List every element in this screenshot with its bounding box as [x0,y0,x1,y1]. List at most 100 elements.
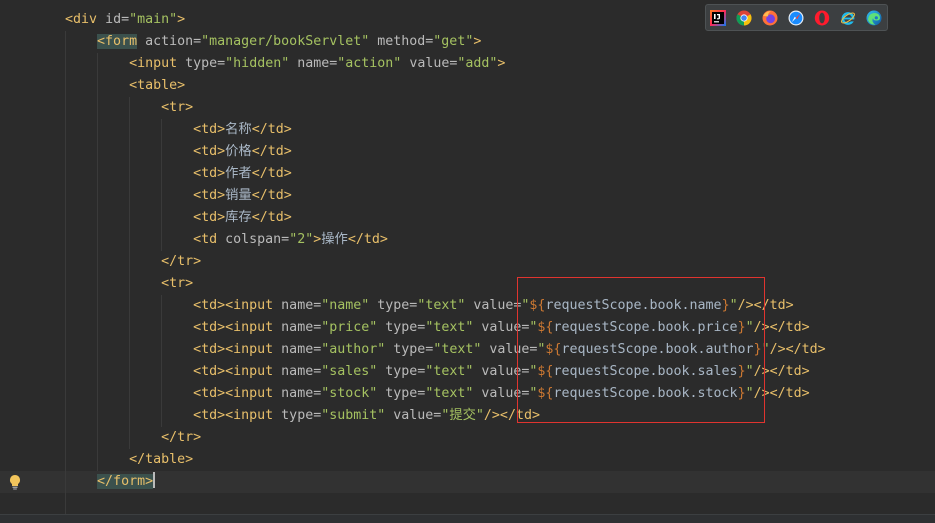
code-line[interactable]: </tr> [0,427,935,449]
string-token: "hidden" [225,56,290,71]
string-token: "manager/bookServlet" [201,34,370,49]
code-line[interactable]: </table> [0,449,935,471]
tag-token: <td> [193,144,226,159]
open-in-safari-button[interactable] [788,10,804,26]
string-token: "name" [321,298,370,313]
text-token: 作者 [225,166,252,181]
attribute-token: method= [369,34,434,49]
string-token: "text" [417,298,466,313]
intellij-idea-icon [710,9,726,26]
string-token: "action" [337,56,402,71]
code-line[interactable]: <tr> [0,273,935,295]
tag-token: <input [129,56,178,71]
string-token: "stock" [321,386,378,401]
attribute-token: id= [97,12,130,27]
tag-token: > [473,34,482,49]
tag-token: </td> [251,122,292,137]
code-line[interactable]: <td><input name="price" type="text" valu… [0,317,935,339]
tag-token: </td> [251,210,292,225]
code-line[interactable]: <td><input type="submit" value="提交"/></t… [0,405,935,427]
open-in-intellij-button[interactable] [710,9,726,26]
tag-token: <td><input [193,320,274,335]
lightbulb-icon[interactable] [9,474,21,490]
current-code-line[interactable]: </form> [0,471,935,493]
code-area[interactable]: <div id="main"> <form action="manager/bo… [0,9,935,493]
code-line[interactable]: <td><input name="name" type="text" value… [0,295,935,317]
indent-guide [161,295,162,427]
tag-token: <td> [193,166,226,181]
tag-token: /></td> [769,342,826,357]
tag-token: <div [65,12,98,27]
text-token: 价格 [225,144,252,159]
code-line[interactable]: <tr> [0,97,935,119]
tag-token: > [497,56,506,71]
attribute-token: name= [289,56,338,71]
attribute-token: type= [273,408,322,423]
chrome-icon [736,10,752,26]
tag-token: <td><input [193,342,274,357]
text-token: 库存 [225,210,252,225]
text-token: 销量 [225,188,252,203]
code-line[interactable]: <td><input name="sales" type="text" valu… [0,361,935,383]
tag-token: > [177,12,186,27]
indent-guide [97,53,98,471]
code-line[interactable]: <input type="hidden" name="action" value… [0,53,935,75]
attribute-token: value= [401,56,458,71]
open-in-firefox-button[interactable] [762,10,778,26]
code-line[interactable]: <td><input name="stock" type="text" valu… [0,383,935,405]
tag-token: <tr> [161,100,194,115]
attribute-token: colspan= [217,232,290,247]
attribute-token: type= [177,56,226,71]
code-line[interactable]: <td colspan="2">操作</td> [0,229,935,251]
attribute-token: type= [377,386,426,401]
text-token: 名称 [225,122,252,137]
indent-guide [129,97,130,449]
tag-token: </td> [251,144,292,159]
attribute-token: name= [273,298,322,313]
attribute-token: action= [137,34,202,49]
matched-tag-token: </form> [97,474,154,489]
open-in-opera-button[interactable] [814,10,830,26]
code-line[interactable]: <form action="manager/bookServlet" metho… [0,31,935,53]
tag-token: <table> [129,78,186,93]
attribute-token: name= [273,364,322,379]
string-token: "sales" [321,364,378,379]
code-line[interactable]: <table> [0,75,935,97]
code-line[interactable]: <td><input name="author" type="text" val… [0,339,935,361]
string-token: "author" [321,342,386,357]
code-line[interactable]: </tr> [0,251,935,273]
annotation-highlight-box [517,277,765,423]
string-token: "2" [289,232,314,247]
code-line[interactable]: <td>库存</td> [0,207,935,229]
string-token: "main" [129,12,178,27]
code-line[interactable]: <td>作者</td> [0,163,935,185]
attribute-token: type= [385,342,434,357]
tag-token: <td><input [193,408,274,423]
code-line[interactable]: <td>名称</td> [0,119,935,141]
tag-token: <td> [193,188,226,203]
string-token: "text" [433,342,482,357]
tag-token: <td> [193,210,226,225]
string-token: "submit" [321,408,386,423]
indent-guide [161,119,162,251]
text-cursor [153,472,156,488]
tag-token: </table> [129,452,194,467]
open-in-chrome-button[interactable] [736,10,752,26]
tag-token: <td><input [193,364,274,379]
tag-token: </tr> [161,430,202,445]
string-token: "text" [425,364,474,379]
string-token: "get" [433,34,474,49]
matched-tag-token: <form [97,34,138,49]
code-editor[interactable]: <div id="main"> <form action="manager/bo… [0,0,935,514]
attribute-token: type= [377,364,426,379]
opera-icon [814,10,830,25]
safari-icon [788,10,804,25]
open-in-edge-button[interactable] [866,10,882,26]
attribute-token: value= [385,408,442,423]
code-line[interactable]: <td>价格</td> [0,141,935,163]
browser-preview-toolbar [705,4,888,31]
open-in-internet-explorer-button[interactable] [840,10,856,26]
code-line[interactable]: <td>销量</td> [0,185,935,207]
editor-breadcrumb-bar [0,514,935,523]
string-token: "price" [321,320,378,335]
